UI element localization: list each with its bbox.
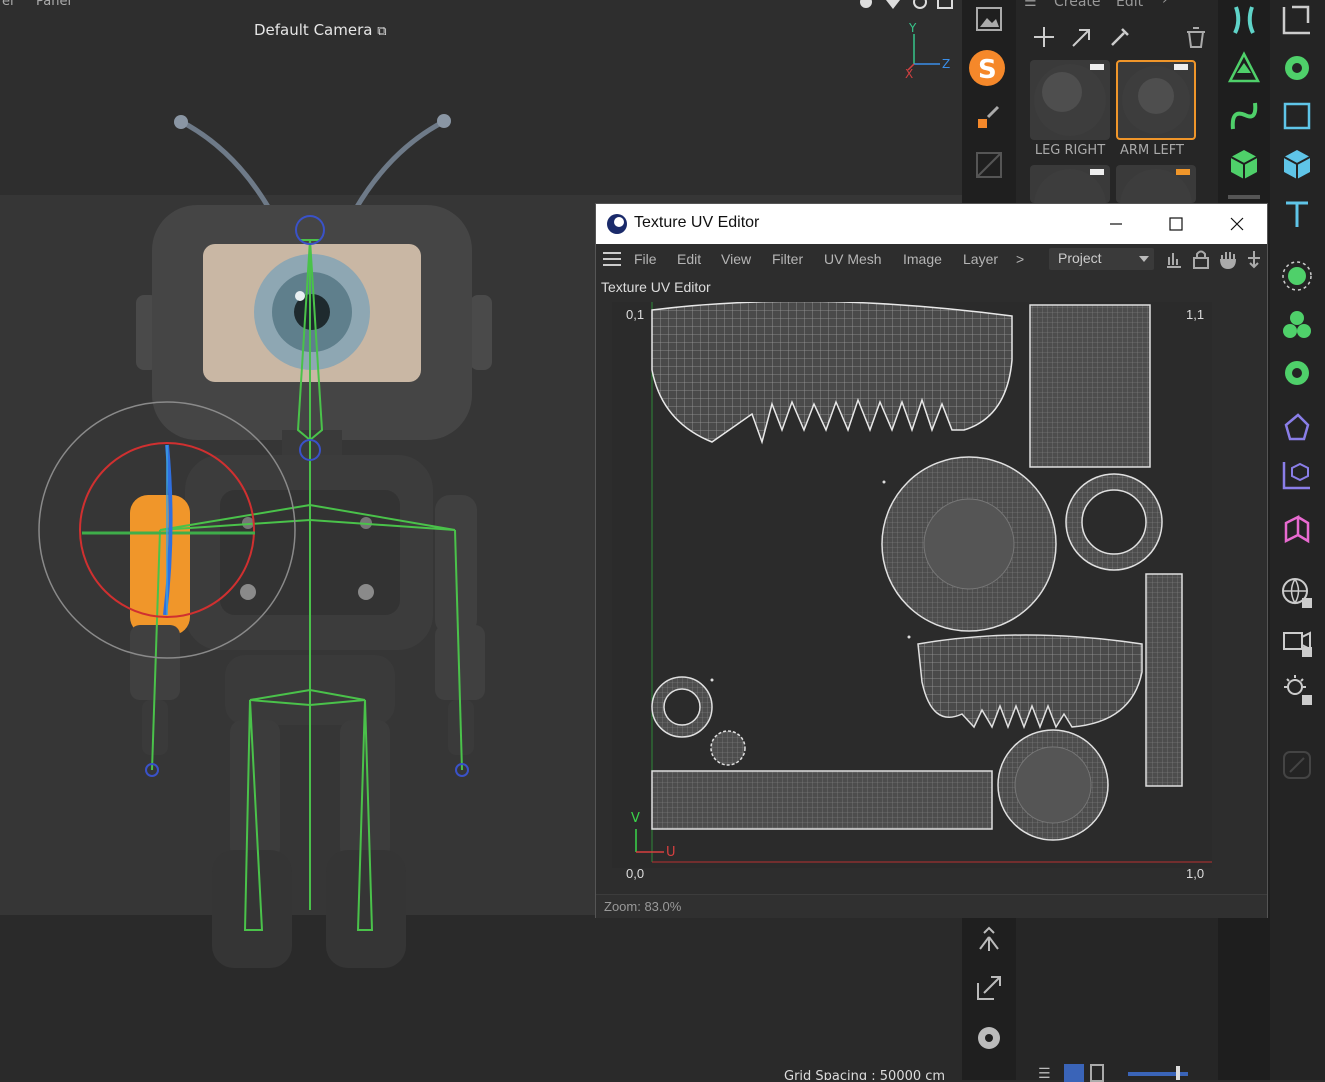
sky-globe-icon[interactable] — [1277, 573, 1317, 613]
project-dropdown[interactable]: Project — [1049, 248, 1154, 270]
field-object-icon[interactable] — [1277, 455, 1317, 495]
settings-gear-icon[interactable] — [969, 1018, 1009, 1058]
svg-text:Y: Y — [908, 21, 917, 35]
camera-selector[interactable]: Default Camera ⧉ — [254, 21, 387, 39]
menu-image[interactable]: Image — [903, 251, 942, 267]
svg-text:U: U — [666, 845, 676, 860]
camera-label: Default Camera — [254, 21, 373, 39]
menu-more-icon[interactable]: › — [1162, 0, 1168, 8]
menu-file[interactable]: File — [634, 251, 657, 267]
window-title: Texture UV Editor — [634, 214, 760, 231]
uv-statusbar: Zoom: 83.0% — [596, 894, 1267, 918]
menu-more-icon[interactable]: > — [1016, 251, 1024, 267]
uv-menubar: File Edit View Filter UV Mesh Image Laye… — [596, 244, 1267, 276]
text-tool-icon[interactable] — [1277, 194, 1317, 234]
material-label: LEG RIGHT — [1034, 143, 1106, 158]
chevron-down-icon — [1139, 256, 1149, 262]
menu-edit[interactable]: Edit — [1116, 0, 1143, 10]
project-dropdown-value: Project — [1058, 250, 1102, 266]
material-menu-icon[interactable]: ☰ — [1024, 0, 1037, 10]
apply-material-icon[interactable] — [1062, 17, 1102, 57]
spline-tool-icon[interactable] — [1224, 96, 1264, 136]
svg-text:Z: Z — [942, 57, 950, 71]
bend-deformer-icon[interactable] — [1277, 510, 1317, 550]
substance-icon[interactable]: S — [967, 48, 1007, 88]
viewport-menu-item[interactable]: el — [2, 0, 14, 9]
camera-icon: ⧉ — [377, 24, 387, 39]
edit-disabled-icon[interactable] — [1277, 745, 1317, 785]
viewport-nav-icons[interactable] — [856, 0, 962, 14]
pin-down-icon[interactable] — [1245, 249, 1263, 273]
corner-label-bottom-left: 0,0 — [626, 866, 645, 881]
disabled-tool-icon[interactable] — [969, 145, 1009, 185]
eyedropper-icon[interactable] — [1100, 17, 1140, 57]
texture-uv-editor-window[interactable]: Texture UV Editor File Edit View Filter … — [595, 203, 1268, 918]
material-thumbnail[interactable] — [1030, 60, 1110, 140]
null-object-icon[interactable] — [1277, 256, 1317, 296]
grid-view-icon[interactable] — [1064, 1064, 1084, 1082]
cinema4d-logo-icon — [607, 214, 627, 234]
maximize-icon — [1169, 217, 1183, 231]
menu-view[interactable]: View — [721, 251, 751, 267]
maximize-button[interactable] — [1146, 204, 1206, 244]
viewport-menu-panel[interactable]: Panel — [36, 0, 71, 9]
material-thumbnail-selected[interactable] — [1116, 60, 1196, 140]
zoom-level: Zoom: 83.0% — [604, 899, 682, 914]
export-tool-icon[interactable] — [1277, 0, 1317, 40]
pan-hand-icon[interactable] — [1218, 249, 1238, 273]
uv-islands[interactable]: V U — [612, 302, 1212, 868]
close-button[interactable] — [1207, 204, 1267, 244]
strip-divider — [1228, 195, 1260, 199]
robot-character[interactable] — [30, 100, 520, 980]
scale-tool-icon[interactable] — [969, 968, 1009, 1008]
add-material-icon[interactable] — [1024, 17, 1064, 57]
material-label: ARM LEFT — [1120, 143, 1184, 158]
split-tool-icon[interactable] — [969, 920, 1009, 960]
svg-text:S: S — [978, 55, 997, 85]
hamburger-menu-icon[interactable] — [602, 250, 622, 272]
uv-canvas[interactable]: 0,1 1,1 0,0 1,0 V U — [612, 302, 1212, 881]
cube-blue-icon[interactable] — [1277, 144, 1317, 184]
svg-text:X: X — [905, 67, 913, 81]
minimize-button[interactable] — [1086, 204, 1146, 244]
menu-create[interactable]: Create — [1054, 0, 1101, 10]
preview-view-icon[interactable] — [1090, 1064, 1104, 1082]
square-primitive-icon[interactable] — [1277, 96, 1317, 136]
paint-tool-icon[interactable] — [969, 98, 1009, 138]
minimize-icon — [1110, 223, 1122, 225]
menu-edit[interactable]: Edit — [677, 251, 701, 267]
hair-icon[interactable] — [1224, 0, 1264, 40]
grid-spacing-label: Grid Spacing : 50000 cm — [784, 1069, 946, 1080]
deformer-icon[interactable] — [1277, 408, 1317, 448]
lock-icon[interactable] — [1192, 249, 1210, 273]
menu-layer[interactable]: Layer — [963, 251, 998, 267]
camera-object-icon[interactable] — [1277, 622, 1317, 662]
window-titlebar[interactable]: Texture UV Editor — [596, 204, 1267, 244]
menu-uv-mesh[interactable]: UV Mesh — [824, 251, 882, 267]
close-icon — [1230, 217, 1244, 231]
svg-text:V: V — [631, 811, 640, 826]
effector-gear-icon[interactable] — [1277, 353, 1317, 393]
tool-strip-right — [1270, 0, 1325, 1080]
cloner-icon[interactable] — [1277, 305, 1317, 345]
delete-material-icon[interactable] — [1176, 17, 1216, 57]
axis-gizmo: Y Z X — [905, 21, 950, 81]
menu-filter[interactable]: Filter — [772, 251, 803, 267]
gear-green-icon[interactable] — [1277, 48, 1317, 88]
material-thumbnail[interactable] — [1116, 165, 1196, 203]
uv-panel-title: Texture UV Editor — [601, 279, 711, 295]
material-thumbnail[interactable] — [1030, 165, 1110, 203]
light-object-icon[interactable] — [1277, 670, 1317, 710]
cube-primitive-icon[interactable] — [1224, 144, 1264, 184]
polygon-tool-icon[interactable] — [1224, 48, 1264, 88]
histogram-icon[interactable] — [1164, 249, 1184, 273]
slider-handle[interactable] — [1176, 1066, 1180, 1080]
image-viewer-icon[interactable] — [969, 0, 1009, 40]
corner-label-bottom-right: 1,0 — [1186, 866, 1205, 881]
